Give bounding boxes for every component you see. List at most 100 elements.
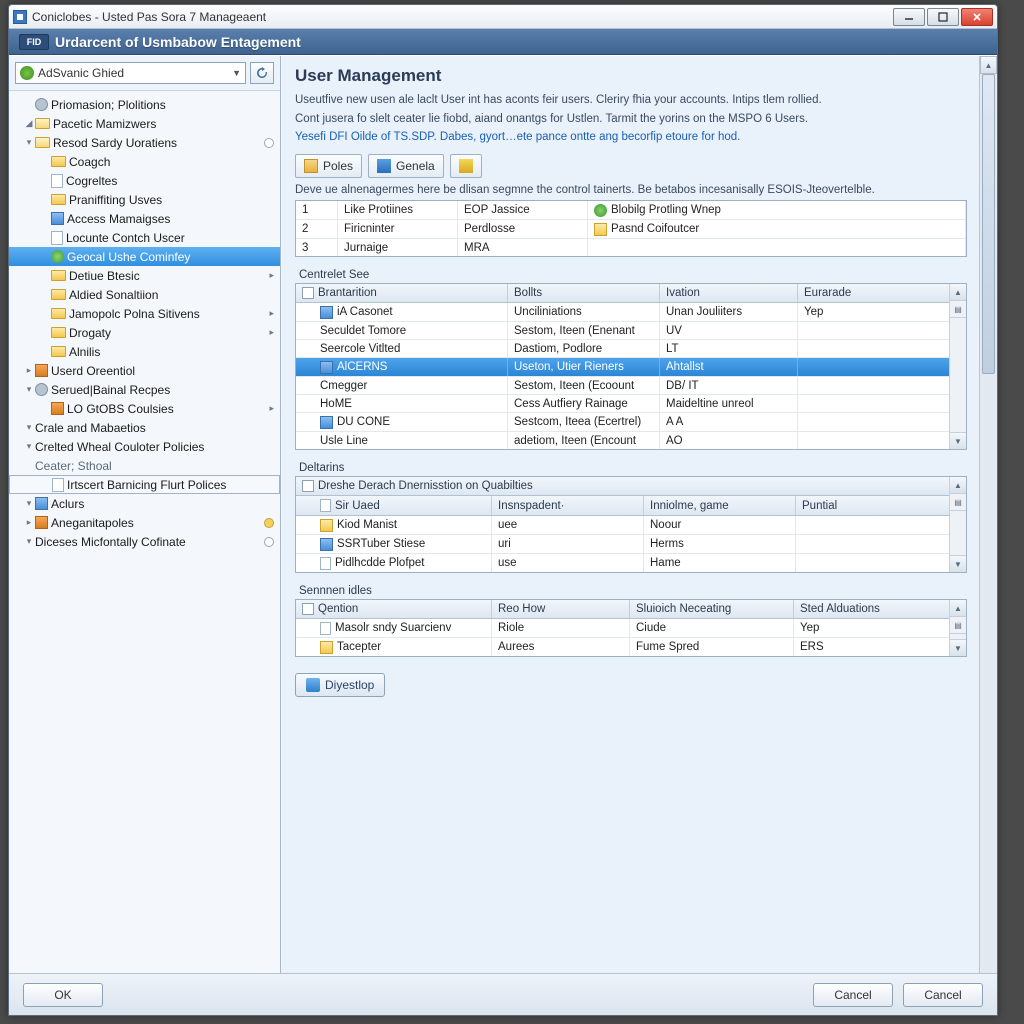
table-row[interactable]: 1Like ProtiinesEOP JassiceBlobilg Protli… [296,201,966,220]
row-icon [320,306,333,319]
sidebar-item[interactable]: ◢Pacetic Mamizwers [9,114,280,133]
sidebar-item[interactable]: Alnilis [9,342,280,361]
table-row[interactable]: Seercole VitltedDastiom, PodloreLT [296,340,966,358]
toolbar-icon-button[interactable] [450,154,482,178]
org-icon [35,516,48,529]
table-row[interactable]: DU CONESestcom, Iteea (Ecertrel)A A [296,413,966,432]
checkbox-icon[interactable] [302,603,314,615]
grid-scrollbar[interactable]: ▲▤▼ [949,600,966,656]
sidebar-item[interactable]: Cogreltes [9,171,280,190]
sidebar-item-label: Crale and Mabaetios [35,421,146,435]
toolbar: Poles Genela [295,154,967,178]
toolbar-genela-button[interactable]: Genela [368,154,444,178]
col-header[interactable]: Ivation [660,284,798,302]
sidebar-item[interactable]: LO GtOBS Coulsies▸ [9,399,280,418]
sidebar-item[interactable]: ▾Resod Sardy Uoratiens [9,133,280,152]
scroll-thumb[interactable] [982,74,995,374]
table-row[interactable]: CmeggerSestom, Iteen (EcoountDB/ IT [296,377,966,395]
table-row[interactable]: Kiod ManistueeNoour [296,516,966,535]
table-row[interactable]: SSRTuber StieseuriHerms [296,535,966,554]
sidebar-item[interactable]: ▾Diceses Micfontally Cofinate [9,532,280,551]
section-3-label: Deltarins [295,460,967,476]
scope-combo[interactable]: AdSvanic Ghied ▼ [15,62,246,84]
gear-icon [35,98,48,111]
centrelet-grid[interactable]: Brantarition Bollts Ivation Eurarade iA … [295,283,967,450]
col-header[interactable]: Bollts [508,284,660,302]
table-row[interactable]: Masolr sndy SuarcienvRioleCiudeYep [296,619,966,638]
folder-o-icon [35,137,50,148]
grid-options-icon[interactable]: ▤ [950,617,966,634]
col-header[interactable]: Eurarade [798,284,966,302]
close-button[interactable] [961,8,993,26]
sennnen-grid[interactable]: Qention Reo How Sluioich Neceating Sted … [295,599,967,657]
sidebar-item[interactable]: Coagch [9,152,280,171]
titlebar[interactable]: Coniclobes - Usted Pas Sora 7 Manageaent [9,5,997,29]
blue-icon [35,497,48,510]
diyestlop-button[interactable]: Diyestlop [295,673,385,697]
table-row[interactable]: Usle Lineadetiom, Iteen (EncountAO [296,432,966,449]
table-row[interactable]: TacepterAureesFume SpredERS [296,638,966,656]
grid-options-icon[interactable]: ▤ [950,494,966,511]
sidebar-item[interactable]: ▾Crale and Mabaetios [9,418,280,437]
sidebar-item[interactable]: Jamopolc Polna Sitivens▸ [9,304,280,323]
grid-subheader: Dreshe Derach Dnernisstion on Quabilties [318,480,533,492]
row-icon [320,416,333,429]
sidebar-item-label: Diceses Micfontally Cofinate [35,535,186,549]
sidebar-item[interactable]: Drogaty▸ [9,323,280,342]
sidebar-item[interactable]: ▾Crelted Wheal Couloter Policies [9,437,280,456]
sidebar-item[interactable]: ▾Aclurs [9,494,280,513]
table-row[interactable]: 2FiricninterPerdlossePasnd Coifoutcer [296,220,966,239]
refresh-button[interactable] [250,62,274,84]
scroll-up-icon[interactable]: ▲ [980,56,997,74]
sidebar-item[interactable]: Praniffiting Usves [9,190,280,209]
toolbar-poles-button[interactable]: Poles [295,154,362,178]
table-row[interactable]: HoMECess Autfiery RainageMaideltine unre… [296,395,966,413]
page-icon [51,231,63,245]
deltarins-grid[interactable]: Dreshe Derach Dnernisstion on Quabilties… [295,476,967,573]
page-desc-link[interactable]: Yesefi DFI Oilde of TS.SDP. Dabes, gyort… [295,129,967,146]
table-row[interactable]: AlCERNSUseton, Utier RienersAhtallst [296,358,966,377]
maximize-button[interactable] [927,8,959,26]
sidebar-item[interactable]: Ceater; Sthoal [9,456,280,475]
table-row[interactable]: Pidlhcdde PlofpetuseHame [296,554,966,572]
cancel-button-2[interactable]: Cancel [903,983,983,1007]
sidebar-item-label: Drogaty [69,326,111,340]
folder-icon [51,270,66,281]
ok-button[interactable]: OK [23,983,103,1007]
sidebar-item[interactable]: Aldied Sonaltiion [9,285,280,304]
minimize-button[interactable] [893,8,925,26]
col-header[interactable]: Inniolme, game [644,496,796,515]
nav-tree[interactable]: Priomasion; Plolitions◢Pacetic Mamizwers… [9,91,280,1015]
sidebar-item-label: Resod Sardy Uoratiens [53,136,177,150]
sidebar-item[interactable]: Geocal Ushe Cominfey [9,247,280,266]
sidebar-item[interactable]: Access Mamaigses [9,209,280,228]
col-header[interactable]: Sir Uaed [335,500,380,512]
table-row[interactable]: 3JurnaigeMRA [296,239,966,256]
col-header[interactable]: Reo How [492,600,630,618]
checkbox-icon[interactable] [302,480,314,492]
col-header[interactable]: Sluioich Neceating [630,600,794,618]
sidebar-item[interactable]: ▸Aneganitapoles [9,513,280,532]
grid-options-icon[interactable]: ▤ [950,301,966,318]
sidebar-item[interactable]: ▾Serued|Bainal Recpes [9,380,280,399]
summary-grid[interactable]: 1Like ProtiinesEOP JassiceBlobilg Protli… [295,200,967,257]
table-row[interactable]: Seculdet TomoreSestom, Iteen (EnenantUV [296,322,966,340]
grid-scrollbar[interactable]: ▲▤▼ [949,477,966,572]
checkbox-icon[interactable] [302,287,314,299]
sidebar-item-label: Praniffiting Usves [69,193,162,207]
cancel-button[interactable]: Cancel [813,983,893,1007]
sidebar-item[interactable]: Detiue Btesic▸ [9,266,280,285]
sidebar-item[interactable]: Irtscert Barnicing Flurt Polices [9,475,280,494]
section-4-label: Sennnen idles [295,583,967,599]
sidebar-item-label: Aldied Sonaltiion [69,288,158,302]
sidebar-item[interactable]: Locunte Contch Uscer [9,228,280,247]
sidebar-item[interactable]: Priomasion; Plolitions [9,95,280,114]
col-header[interactable]: Puntial [796,496,966,515]
col-header[interactable]: Qention [318,603,358,615]
sidebar-item[interactable]: ▸Userd Oreentiol [9,361,280,380]
grid-scrollbar[interactable]: ▲▤▼ [949,284,966,449]
main-scrollbar[interactable]: ▲ ▼ [979,56,997,1015]
col-header[interactable]: Insnspadent· [492,496,644,515]
col-header[interactable]: Sted Alduations [794,600,966,618]
table-row[interactable]: iA CasonetUnciliniationsUnan JouliitersY… [296,303,966,322]
